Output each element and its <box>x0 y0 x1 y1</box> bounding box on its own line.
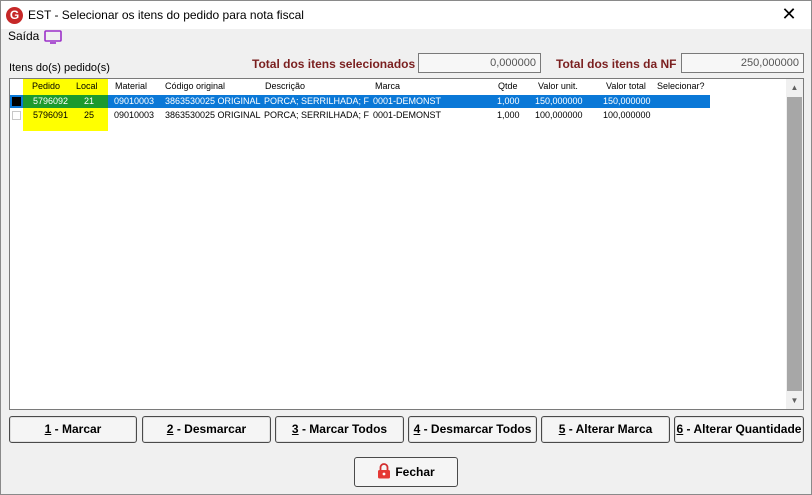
cell-qtde: 1,000 <box>497 96 520 106</box>
scroll-thumb[interactable] <box>787 97 802 391</box>
scroll-up-icon[interactable]: ▲ <box>786 79 803 96</box>
col-valor-total[interactable]: Valor total <box>606 81 646 91</box>
col-descricao[interactable]: Descrição <box>265 81 305 91</box>
cell-valor-unit: 100,000000 <box>535 110 583 120</box>
col-pedido[interactable]: Pedido <box>32 81 60 91</box>
title-bar: G EST - Selecionar os itens do pedido pa… <box>0 0 812 29</box>
col-local[interactable]: Local <box>76 81 98 91</box>
desmarcar-label: - Desmarcar <box>173 422 247 436</box>
vertical-scrollbar[interactable]: ▲ ▼ <box>786 79 803 409</box>
alterar-quantidade-label: - Alterar Quantidade <box>683 422 802 436</box>
grid-caption: Itens do(s) pedido(s) <box>9 62 110 74</box>
table-row[interactable]: 5796091 25 09010003 3863530025 ORIGINAL … <box>10 109 710 122</box>
alterar-marca-button[interactable]: 5 - Alterar Marca <box>541 416 670 443</box>
cell-local: 21 <box>83 96 94 106</box>
window-title: EST - Selecionar os itens do pedido para… <box>28 8 304 22</box>
marcar-todos-label: - Marcar Todos <box>298 422 388 436</box>
cell-descricao: PORCA; SERRILHADA; F <box>264 110 370 120</box>
marcar-label: - Marcar <box>51 422 102 436</box>
row-indicator <box>12 97 21 106</box>
cell-qtde: 1,000 <box>497 110 520 120</box>
window-close-button[interactable]: ✕ <box>767 1 811 29</box>
cell-codigo-original: 3863530025 ORIGINAL <box>165 110 261 120</box>
cell-valor-unit: 150,000000 <box>535 96 583 106</box>
marcar-todos-accelerator: 3 <box>291 422 299 436</box>
cell-descricao: PORCA; SERRILHADA; F <box>264 96 370 106</box>
scroll-down-icon[interactable]: ▼ <box>786 392 803 409</box>
marcar-button[interactable]: 1 - Marcar <box>9 416 137 443</box>
fechar-label: echar <box>402 465 435 479</box>
cell-local: 25 <box>83 110 94 120</box>
menu-saida[interactable]: Saída <box>8 29 39 43</box>
cell-marca: 0001-DEMONSTR <box>373 96 441 106</box>
fechar-button[interactable]: Fechar <box>354 457 458 487</box>
col-qtde[interactable]: Qtde <box>498 81 518 91</box>
cell-pedido: 5796092 <box>32 96 68 106</box>
cell-pedido: 5796091 <box>32 110 68 120</box>
lock-icon <box>378 463 391 479</box>
cell-valor-total: 100,000000 <box>603 110 651 120</box>
fechar-accelerator: F <box>395 465 403 479</box>
col-codigo-original[interactable]: Código original <box>165 81 225 91</box>
grid-header: Pedido Local Material Código original De… <box>10 81 710 95</box>
desmarcar-todos-button[interactable]: 4 - Desmarcar Todos <box>408 416 537 443</box>
col-valor-unit[interactable]: Valor unit. <box>538 81 578 91</box>
desmarcar-todos-label: - Desmarcar Todos <box>420 422 532 436</box>
nf-total-field[interactable]: 250,000000 <box>681 53 804 73</box>
table-row[interactable]: 5796092 21 09010003 3863530025 ORIGINAL … <box>10 95 710 108</box>
selected-total-field[interactable]: 0,000000 <box>418 53 541 73</box>
col-marca[interactable]: Marca <box>375 81 400 91</box>
cell-material: 09010003 <box>114 96 155 106</box>
col-selecionar[interactable]: Selecionar? <box>657 81 705 91</box>
cell-valor-total: 150,000000 <box>603 96 651 106</box>
alterar-quantidade-button[interactable]: 6 - Alterar Quantidade <box>674 416 804 443</box>
marcar-todos-button[interactable]: 3 - Marcar Todos <box>275 416 404 443</box>
app-logo-icon: G <box>6 7 23 24</box>
desmarcar-button[interactable]: 2 - Desmarcar <box>142 416 271 443</box>
cell-material: 09010003 <box>114 110 155 120</box>
col-material[interactable]: Material <box>115 81 147 91</box>
nf-total-label: Total dos itens da NF <box>556 57 677 71</box>
selected-total-label: Total dos itens selecionados <box>252 57 416 71</box>
row-indicator <box>12 111 21 120</box>
tv-icon[interactable] <box>44 30 62 44</box>
cell-marca: 0001-DEMONSTR <box>373 110 441 120</box>
cell-codigo-original: 3863530025 ORIGINAL <box>165 96 261 106</box>
alterar-marca-label: - Alterar Marca <box>565 422 653 436</box>
items-grid[interactable]: Pedido Local Material Código original De… <box>9 78 804 410</box>
